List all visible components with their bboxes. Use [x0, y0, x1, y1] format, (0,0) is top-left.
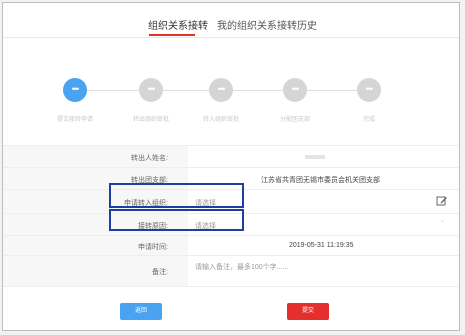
tab-transfer-history[interactable]: 我的组织关系接转历史 — [217, 17, 317, 32]
reason-highlight-box — [109, 209, 244, 231]
step-2-ellipsis-icon: ••• — [139, 78, 163, 102]
step-connector — [307, 90, 357, 91]
page-frame: 组织关系接转 我的组织关系接转历史 ••• 提交接转申请 ••• 转出组织审批 … — [2, 2, 460, 331]
chevron-down-icon[interactable]: ⌄ — [440, 217, 445, 224]
step-4-label: 分配团支部 — [279, 117, 311, 123]
apply-in-org-highlight-box — [109, 183, 244, 208]
step-2-label: 转出组织审批 — [132, 117, 170, 123]
step-connector — [233, 90, 283, 91]
step-connector — [87, 90, 139, 91]
tab-transfer[interactable]: 组织关系接转 — [148, 17, 208, 32]
remark-textarea[interactable]: 请输入备注，最多100个字...... — [195, 262, 288, 272]
step-3-ellipsis-icon: ••• — [209, 78, 233, 102]
edit-icon[interactable] — [436, 195, 448, 207]
row-transfer-out-name: 转出人姓名: — [3, 145, 459, 168]
active-tab-indicator — [149, 34, 195, 36]
step-1-label: 提交接转申请 — [56, 117, 94, 123]
step-3-label: 转入组织审批 — [202, 117, 240, 123]
apply-time-label: 申请时间: — [138, 244, 168, 251]
step-connector — [163, 90, 209, 91]
step-4-ellipsis-icon: ••• — [283, 78, 307, 102]
transfer-out-branch-value: 江苏省共青团无锡市委员会机关团支部 — [261, 177, 380, 184]
step-1-ellipsis-icon: ••• — [63, 78, 87, 102]
step-5-label: 完成 — [362, 117, 376, 123]
submit-button[interactable]: 提交 — [287, 303, 329, 320]
tabs-divider — [3, 37, 459, 38]
back-button[interactable]: 返回 — [120, 303, 162, 320]
transfer-out-name-value — [305, 154, 325, 161]
row-apply-time: 申请时间: 2019-05-31 11:19:35 — [3, 235, 459, 256]
row-remark: 备注: 请输入备注，最多100个字...... — [3, 255, 459, 287]
remark-label: 备注: — [152, 269, 168, 276]
step-5-ellipsis-icon: ••• — [357, 78, 381, 102]
transfer-out-name-label: 转出人姓名: — [131, 155, 168, 162]
apply-time-value: 2019-05-31 11:19:35 — [289, 242, 354, 249]
